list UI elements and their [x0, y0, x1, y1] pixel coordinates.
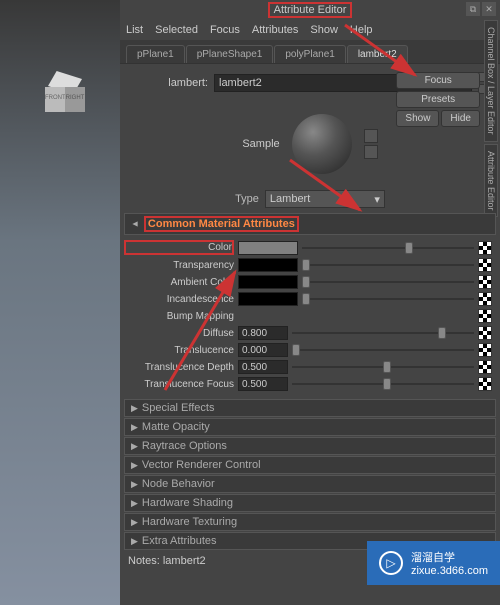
- undock-icon[interactable]: ⧉: [466, 2, 480, 16]
- common-attributes-body: Color Transparency Ambient Color Incande…: [120, 236, 500, 398]
- type-row: Type Lambert ▾: [120, 186, 500, 212]
- translucence-input[interactable]: [238, 343, 288, 357]
- attr-bump-label: Bump Mapping: [124, 311, 234, 322]
- tab-polyplane1[interactable]: polyPlane1: [274, 45, 345, 63]
- collapse-arrow-icon: ▶: [131, 479, 138, 490]
- section-special-effects[interactable]: ▶Special Effects: [124, 399, 496, 417]
- type-value: Lambert: [270, 193, 310, 205]
- attr-diffuse-label: Diffuse: [124, 328, 234, 339]
- sample-label: Sample: [242, 138, 279, 150]
- sample-prev-button[interactable]: [364, 129, 378, 143]
- diffuse-input[interactable]: [238, 326, 288, 340]
- viewcube-right[interactable]: RIGHT: [65, 87, 85, 112]
- translucence-focus-slider[interactable]: [292, 377, 474, 391]
- menu-focus[interactable]: Focus: [210, 24, 240, 36]
- material-sample-sphere: [292, 114, 352, 174]
- ambient-swatch[interactable]: [238, 275, 298, 289]
- notes-label: Notes:: [128, 555, 160, 567]
- watermark: ▷ 溜溜自学 zixue.3d66.com: [367, 541, 500, 585]
- incandescence-slider[interactable]: [302, 292, 474, 306]
- section-vector-renderer[interactable]: ▶Vector Renderer Control: [124, 456, 496, 474]
- translucence-focus-map-button[interactable]: [478, 377, 492, 391]
- menu-attributes[interactable]: Attributes: [252, 24, 298, 36]
- tab-lambert2[interactable]: lambert2: [347, 45, 408, 63]
- viewcube-front[interactable]: FRONT: [45, 87, 65, 112]
- menu-list[interactable]: List: [126, 24, 143, 36]
- color-swatch[interactable]: [238, 241, 298, 255]
- section-raytrace-options[interactable]: ▶Raytrace Options: [124, 437, 496, 455]
- viewport-panel: FRONT RIGHT: [0, 0, 120, 605]
- tab-pplaneshape1[interactable]: pPlaneShape1: [186, 45, 274, 63]
- sample-row: Sample: [120, 102, 500, 186]
- attr-translucence-focus-label: Translucence Focus: [124, 379, 234, 390]
- section-node-behavior[interactable]: ▶Node Behavior: [124, 475, 496, 493]
- transparency-map-button[interactable]: [478, 258, 492, 272]
- panel-title: Attribute Editor: [268, 2, 353, 18]
- node-tabs: pPlane1 pPlaneShape1 polyPlane1 lambert2: [120, 40, 500, 64]
- section-hardware-texturing[interactable]: ▶Hardware Texturing: [124, 513, 496, 531]
- bump-map-button[interactable]: [478, 309, 492, 323]
- translucence-depth-map-button[interactable]: [478, 360, 492, 374]
- panel-title-bar: Attribute Editor ⧉ ✕: [120, 0, 500, 20]
- translucence-map-button[interactable]: [478, 343, 492, 357]
- diffuse-map-button[interactable]: [478, 326, 492, 340]
- collapse-arrow-icon: ▶: [131, 422, 138, 433]
- notes-value: lambert2: [163, 555, 206, 567]
- section-hardware-shading[interactable]: ▶Hardware Shading: [124, 494, 496, 512]
- incandescence-map-button[interactable]: [478, 292, 492, 306]
- collapse-arrow-icon: ▶: [131, 441, 138, 452]
- diffuse-slider[interactable]: [292, 326, 474, 340]
- collapse-arrow-icon: ▶: [131, 536, 138, 547]
- node-type-label: lambert:: [128, 77, 208, 89]
- menu-help[interactable]: Help: [350, 24, 373, 36]
- type-label: Type: [235, 193, 259, 205]
- transparency-slider[interactable]: [302, 258, 474, 272]
- collapse-arrow-icon: ▶: [131, 460, 138, 471]
- translucence-depth-slider[interactable]: [292, 360, 474, 374]
- transparency-swatch[interactable]: [238, 258, 298, 272]
- play-icon: ▷: [379, 551, 403, 575]
- menu-selected[interactable]: Selected: [155, 24, 198, 36]
- watermark-text: 溜溜自学: [411, 549, 488, 565]
- attr-incandescence-label: Incandescence: [124, 294, 234, 305]
- attr-transparency-label: Transparency: [124, 260, 234, 271]
- watermark-url: zixue.3d66.com: [411, 565, 488, 577]
- section-common-material-attributes[interactable]: ▼ Common Material Attributes: [124, 213, 496, 235]
- attr-translucence-depth-label: Translucence Depth: [124, 362, 234, 373]
- sample-next-button[interactable]: [364, 145, 378, 159]
- menu-bar: List Selected Focus Attributes Show Help: [120, 20, 500, 40]
- tab-pplane1[interactable]: pPlane1: [126, 45, 185, 63]
- ambient-map-button[interactable]: [478, 275, 492, 289]
- chevron-down-icon: ▾: [374, 193, 380, 206]
- close-icon[interactable]: ✕: [482, 2, 496, 16]
- color-map-button[interactable]: [478, 241, 492, 255]
- focus-button[interactable]: Focus: [396, 72, 480, 89]
- collapse-arrow-icon: ▶: [131, 403, 138, 414]
- attr-translucence-label: Translucence: [124, 345, 234, 356]
- translucence-depth-input[interactable]: [238, 360, 288, 374]
- incandescence-swatch[interactable]: [238, 292, 298, 306]
- translucence-focus-input[interactable]: [238, 377, 288, 391]
- type-dropdown[interactable]: Lambert ▾: [265, 190, 385, 208]
- attribute-editor-panel: Attribute Editor ⧉ ✕ List Selected Focus…: [120, 0, 500, 605]
- section-matte-opacity[interactable]: ▶Matte Opacity: [124, 418, 496, 436]
- menu-show[interactable]: Show: [310, 24, 338, 36]
- attr-color-label: Color: [124, 240, 234, 255]
- collapse-arrow-icon: ▶: [131, 517, 138, 528]
- translucence-slider[interactable]: [292, 343, 474, 357]
- ambient-slider[interactable]: [302, 275, 474, 289]
- expand-arrow-icon: ▼: [130, 220, 140, 229]
- viewcube[interactable]: FRONT RIGHT: [40, 75, 90, 125]
- attr-ambient-label: Ambient Color: [124, 277, 234, 288]
- collapse-arrow-icon: ▶: [131, 498, 138, 509]
- color-slider[interactable]: [302, 241, 474, 255]
